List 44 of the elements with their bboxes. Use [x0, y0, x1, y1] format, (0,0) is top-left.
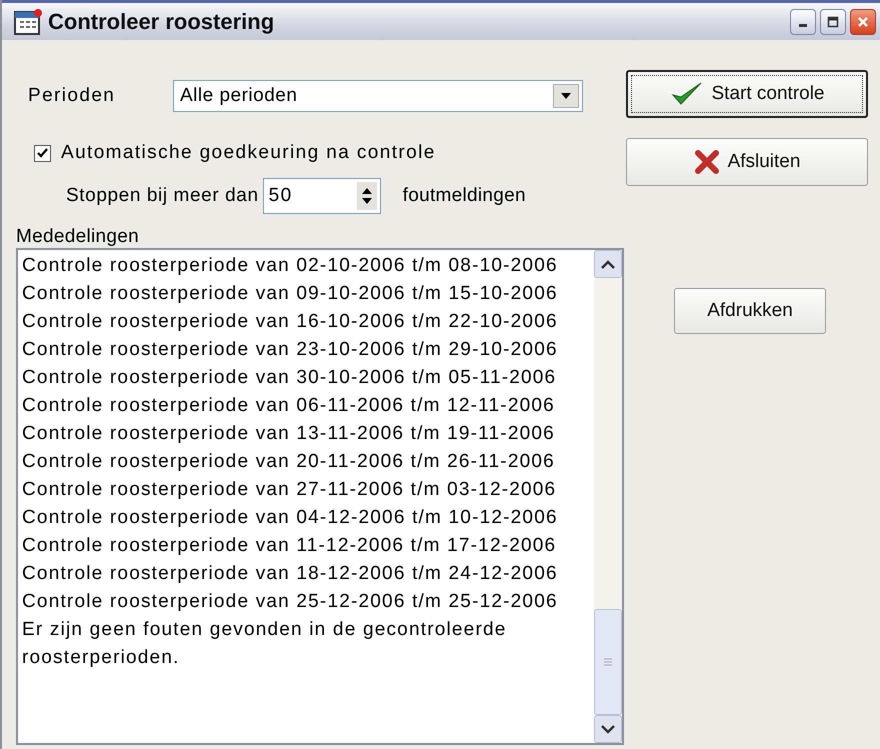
close-dialog-button[interactable]: Afsluiten [626, 138, 868, 186]
scroll-up-button[interactable] [594, 250, 622, 278]
caret-icon [561, 93, 571, 99]
checkbox[interactable] [34, 144, 51, 162]
message-line: Controle roosterperiode van 02-10-2006 t/m 08-10-2006 [22, 254, 559, 278]
print-button[interactable]: Afdrukken [674, 288, 826, 334]
message-line: Controle roosterperiode van 18-12-2006 t/m 24-12-2006 [22, 562, 559, 586]
period-dropdown[interactable]: Alle perioden [173, 80, 583, 112]
group-label: Mededelingen [16, 226, 140, 248]
maximize-button[interactable] [820, 8, 846, 34]
message-line: Controle roosterperiode van 16-10-2006 t/m 22-10-2006 [22, 310, 559, 334]
message-line: Controle roosterperiode van 23-10-2006 t/m 29-10-2006 [22, 338, 559, 362]
up-down-arrows-icon [360, 186, 374, 206]
minimize-icon [799, 24, 807, 27]
message-line: Controle roosterperiode van 30-10-2006 t/m 05-11-2006 [22, 366, 558, 390]
spin-buttons[interactable] [356, 182, 377, 210]
message-line: Controle roosterperiode van 27-11-2006 t/m 03-12-2006 [22, 478, 558, 502]
grip-icon [603, 657, 613, 667]
window-title: Controleer roostering [48, 8, 276, 34]
message-line: Controle roosterperiode van 04-12-2006 t/m 10-12-2006 [22, 506, 559, 530]
start-button[interactable]: Start controle [626, 70, 868, 118]
message-line: Er zijn geen fouten gevonden in de gecontroleerde roosterperioden. [22, 618, 508, 670]
scroll-thumb[interactable] [594, 609, 622, 715]
close-icon [857, 16, 869, 28]
message-line: Controle roosterperiode van 25-12-2006 t/m 25-12-2006 [22, 590, 559, 614]
checkmark-icon [36, 146, 49, 160]
maximize-icon [827, 16, 839, 28]
close-button[interactable] [850, 8, 876, 34]
message-line: Controle roosterperiode van 20-11-2006 t/m 26-11-2006 [22, 450, 556, 474]
number-spinner[interactable]: 50 [262, 178, 381, 214]
scroll-down-button[interactable] [594, 715, 622, 743]
cross-icon [694, 149, 720, 175]
message-line: Controle roosterperiode van 06-11-2006 t/m 12-11-2006 [22, 394, 556, 418]
checkbox-label: Automatische goedkeuring na controle [61, 142, 436, 164]
field-label: Stoppen bij meer dan [66, 185, 259, 207]
message-line: Controle roosterperiode van 11-12-2006 t/m 17-12-2006 [22, 534, 558, 558]
minimize-button[interactable] [790, 8, 816, 34]
message-line: Controle roosterperiode van 13-11-2006 t/m 19-11-2006 [22, 422, 556, 446]
dropdown-button[interactable] [553, 84, 579, 108]
field-label: foutmeldingen [402, 185, 526, 207]
calendar-icon [12, 8, 42, 36]
message-line: Controle roosterperiode van 09-10-2006 t/m 15-10-2006 [22, 282, 559, 306]
scrollbar[interactable] [594, 250, 622, 743]
field-label: Perioden [28, 85, 116, 107]
